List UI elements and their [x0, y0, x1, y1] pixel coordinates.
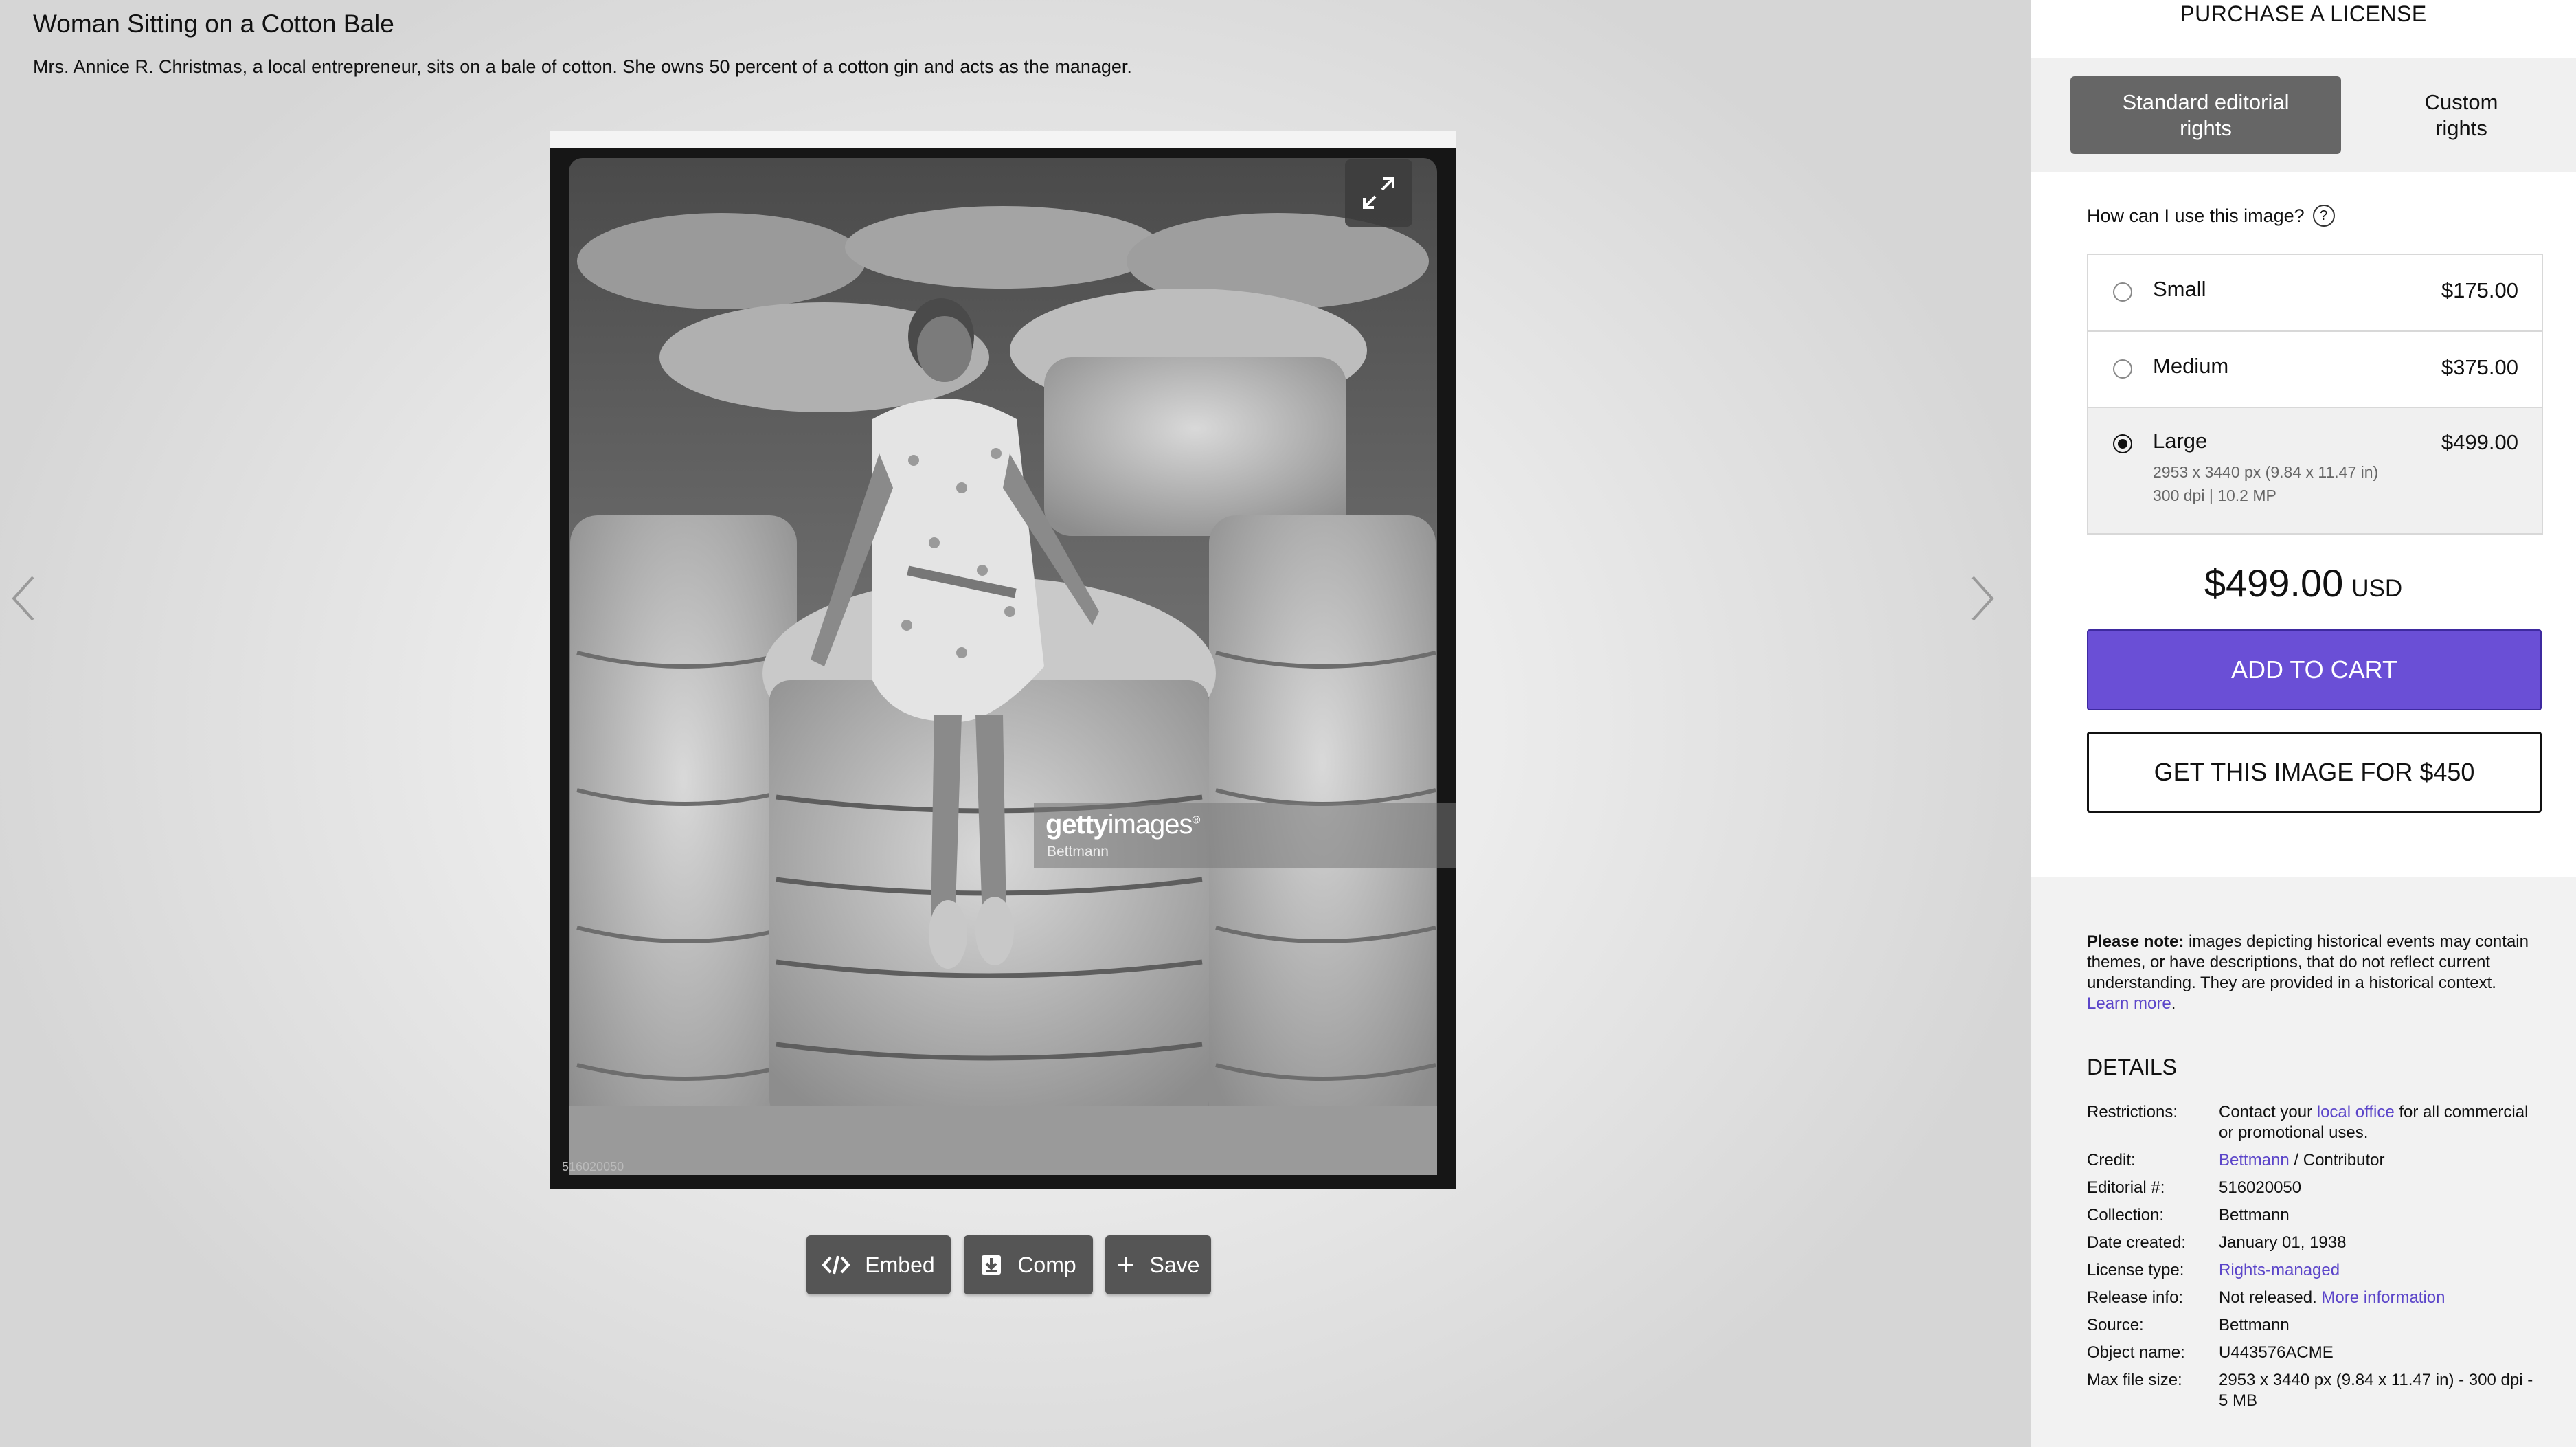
comp-label: Comp — [1017, 1252, 1076, 1277]
size-name: Small — [2153, 277, 2206, 301]
detail-date: Date created: January 01, 1938 — [2087, 1233, 2540, 1253]
download-icon — [982, 1255, 1002, 1275]
save-button[interactable]: Save — [1105, 1235, 1211, 1294]
detail-value: 2953 x 3440 px (9.84 x 11.47 in) - 300 d… — [2219, 1371, 2533, 1410]
size-price: $175.00 — [2441, 278, 2518, 302]
total-amount: $499.00 — [2204, 561, 2344, 605]
detail-credit: Credit: Bettmann / Contributor — [2087, 1150, 2540, 1171]
detail-label: Restrictions: — [2087, 1103, 2178, 1121]
detail-label: Object name: — [2087, 1343, 2185, 1362]
page-title: Woman Sitting on a Cotton Bale — [33, 10, 394, 38]
radio-small[interactable] — [2113, 282, 2132, 302]
tab-label: Custom — [2424, 89, 2498, 114]
size-resolution: 300 dpi | 10.2 MP — [2153, 486, 2276, 504]
historical-note: Please note: images depicting historical… — [2087, 932, 2533, 1014]
size-price: $499.00 — [2441, 430, 2518, 454]
detail-value: 516020050 — [2219, 1178, 2302, 1197]
size-option-small[interactable]: Small $175.00 — [2088, 255, 2542, 332]
detail-object: Object name: U443576ACME — [2087, 1343, 2540, 1363]
size-price: $375.00 — [2441, 355, 2518, 379]
detail-value: / Contributor — [2289, 1151, 2385, 1169]
embed-label: Embed — [865, 1252, 935, 1277]
tab-standard-editorial-rights[interactable]: Standard editorial rights — [2070, 76, 2341, 154]
detail-value: Bettmann — [2219, 1316, 2290, 1334]
license-type-link[interactable]: Rights-managed — [2219, 1260, 2540, 1281]
detail-label: Release info: — [2087, 1288, 2184, 1307]
detail-editorial: Editorial #: 516020050 — [2087, 1178, 2540, 1198]
detail-label: Editorial #: — [2087, 1178, 2165, 1197]
size-name: Medium — [2153, 354, 2229, 378]
save-label: Save — [1149, 1252, 1200, 1277]
local-office-link[interactable]: local office — [2317, 1103, 2395, 1121]
tab-label: rights — [2435, 115, 2487, 140]
detail-value: January 01, 1938 — [2219, 1233, 2347, 1252]
comp-button[interactable]: Comp — [964, 1235, 1093, 1294]
total-currency: USD — [2351, 575, 2403, 602]
usage-question: How can I use this image? ? — [2087, 205, 2335, 227]
detail-label: Source: — [2087, 1316, 2144, 1334]
plus-icon — [1118, 1257, 1133, 1272]
main-photo[interactable] — [550, 131, 1456, 1189]
add-to-cart-button[interactable]: ADD TO CART — [2087, 629, 2542, 710]
more-information-link[interactable]: More information — [2321, 1288, 2445, 1307]
detail-filesize: Max file size: 2953 x 3440 px (9.84 x 11… — [2087, 1370, 2540, 1411]
detail-release: Release info: Not released. More informa… — [2087, 1288, 2540, 1308]
details-heading: DETAILS — [2087, 1055, 2177, 1079]
learn-more-link[interactable]: Learn more — [2087, 994, 2171, 1013]
expand-button[interactable] — [1345, 159, 1412, 227]
expand-icon — [1363, 177, 1394, 209]
image-caption: Mrs. Annice R. Christmas, a local entrep… — [33, 56, 1132, 77]
radio-medium[interactable] — [2113, 359, 2132, 379]
help-icon[interactable]: ? — [2312, 205, 2335, 227]
next-arrow-icon[interactable] — [1969, 574, 1996, 622]
size-dimensions: 2953 x 3440 px (9.84 x 11.47 in) — [2153, 463, 2379, 481]
size-option-medium[interactable]: Medium $375.00 — [2088, 332, 2542, 408]
note-end: . — [2171, 994, 2176, 1013]
size-option-large[interactable]: Large $499.00 2953 x 3440 px (9.84 x 11.… — [2088, 408, 2542, 533]
previous-arrow-icon[interactable] — [10, 574, 37, 622]
tab-label: Standard editorial — [2122, 89, 2290, 114]
purchase-sidebar: PURCHASE A LICENSE Standard editorial rig… — [2031, 0, 2576, 1447]
size-name: Large — [2153, 429, 2208, 453]
watermark-credit: Bettmann — [1047, 844, 1109, 860]
photo-id-stamp: 516020050 — [562, 1160, 624, 1174]
tab-label: rights — [2180, 115, 2232, 140]
code-icon — [822, 1255, 850, 1275]
detail-value: Bettmann — [2219, 1206, 2290, 1224]
detail-collection: Collection: Bettmann — [2087, 1205, 2540, 1226]
detail-value: Not released. — [2219, 1288, 2322, 1307]
tab-custom-rights[interactable]: Custom rights — [2360, 76, 2562, 154]
usage-question-label: How can I use this image? — [2087, 205, 2305, 226]
image-viewer: Woman Sitting on a Cotton Bale Mrs. Anni… — [0, 0, 2031, 1447]
purchase-title: PURCHASE A LICENSE — [2180, 1, 2427, 26]
detail-label: License type: — [2087, 1261, 2184, 1279]
detail-label: Credit: — [2087, 1151, 2136, 1169]
size-options: Small $175.00 Medium $375.00 Large $499.… — [2087, 254, 2543, 535]
details-list: Restrictions: Contact your local office … — [2087, 1102, 2540, 1418]
get-image-button[interactable]: GET THIS IMAGE FOR $450 — [2087, 732, 2542, 813]
detail-label: Max file size: — [2087, 1371, 2182, 1389]
embed-button[interactable]: Embed — [806, 1235, 951, 1294]
detail-label: Date created: — [2087, 1233, 2187, 1252]
watermark-logo: gettyimages® — [1046, 809, 1200, 840]
detail-source: Source: Bettmann — [2087, 1315, 2540, 1336]
detail-label: Collection: — [2087, 1206, 2165, 1224]
note-label: Please note: — [2087, 932, 2184, 951]
credit-link[interactable]: Bettmann — [2219, 1151, 2290, 1169]
detail-restrictions: Restrictions: Contact your local office … — [2087, 1102, 2540, 1143]
detail-license: License type: Rights-managed — [2087, 1260, 2540, 1281]
detail-value: Contact your — [2219, 1103, 2317, 1121]
detail-value: U443576ACME — [2219, 1343, 2334, 1362]
radio-large[interactable] — [2113, 434, 2132, 453]
total-price: $499.00 USD — [2031, 561, 2576, 605]
